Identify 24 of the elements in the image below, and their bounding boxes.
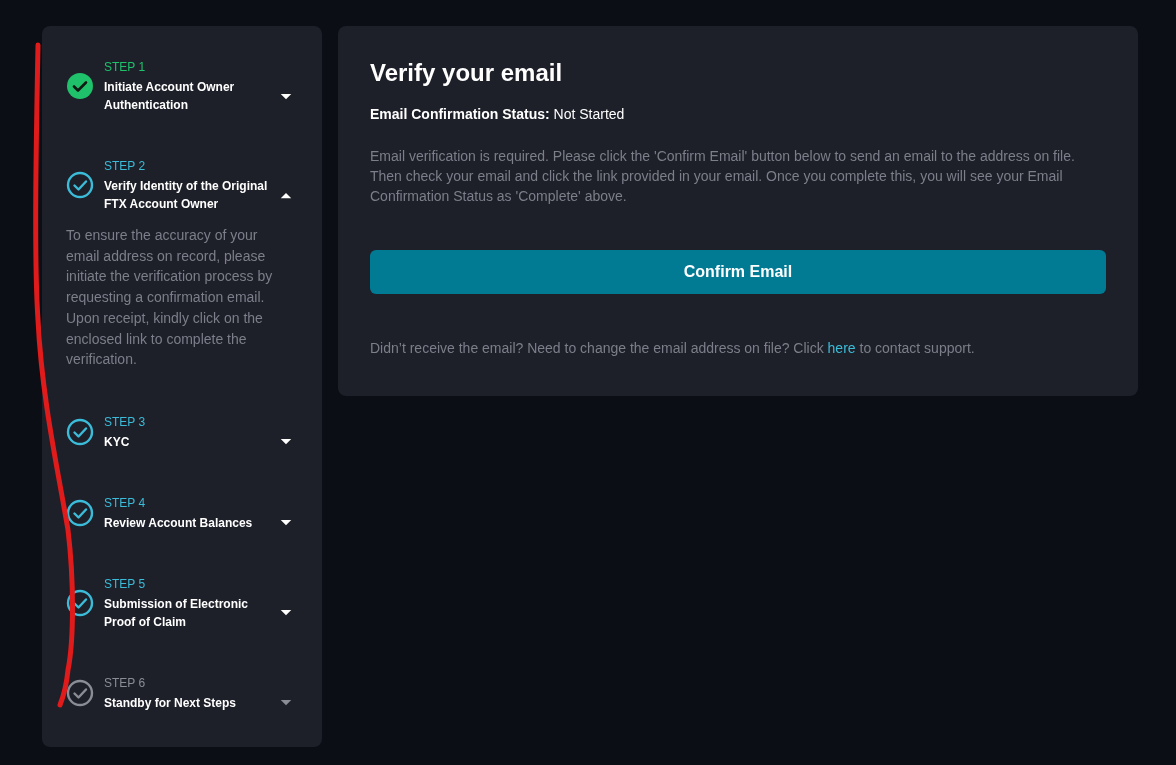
step-title[interactable]: Standby for Next Steps <box>104 693 237 712</box>
step-description: To ensure the accuracy of your email address on record, please initiate the verification process by requesting a confirmation email. Upon receipt, kindly click on the enclosed link to complete the verification. <box>66 226 274 370</box>
step-title[interactable]: Submission of Electronic Proof of Claim <box>104 594 272 631</box>
caret-icon[interactable] <box>280 519 292 527</box>
status-line: Email Confirmation Status: Not Started <box>370 105 626 124</box>
step-label: STEP 4 <box>104 494 147 512</box>
caret-icon[interactable] <box>280 92 292 100</box>
step-label: STEP 1 <box>104 59 147 76</box>
panel-title: Verify your email <box>370 58 564 88</box>
step-label: STEP 2 <box>104 158 147 175</box>
step-title[interactable]: Initiate Account Owner Authentication <box>104 78 272 114</box>
step-label: STEP 5 <box>104 575 147 593</box>
step-title[interactable]: Review Account Balances <box>104 513 253 532</box>
confirm-email-button[interactable]: Confirm Email <box>370 250 1106 294</box>
step-title[interactable]: KYC <box>104 432 130 451</box>
caret-icon[interactable] <box>280 609 292 617</box>
step-label: STEP 6 <box>104 674 147 692</box>
instructions-text: Email verification is required. Please click the 'Confirm Email' button below to send an email to the address on file. Then check your email and click the link provided in your email. Once you complete this, you will see your Email Confirmation Status as 'Complete' above. <box>370 147 1076 206</box>
step-title[interactable]: Verify Identity of the Original FTX Account Owner <box>104 177 272 213</box>
step-label: STEP 3 <box>104 413 147 431</box>
support-text: Didn’t receive the email? Need to change the email address on file? Click here to contact support. <box>370 339 976 358</box>
caret-icon[interactable] <box>280 191 292 199</box>
support-link[interactable]: here <box>827 340 856 356</box>
caret-icon[interactable] <box>280 438 292 446</box>
